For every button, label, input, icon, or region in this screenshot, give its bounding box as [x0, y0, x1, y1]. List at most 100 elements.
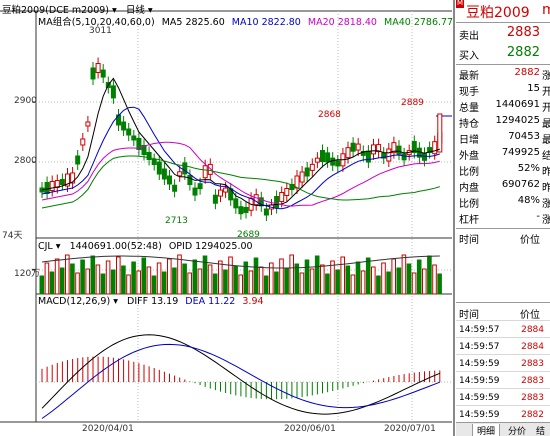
volume-bar	[151, 275, 157, 295]
volume-bar	[105, 260, 111, 295]
bid-row[interactable]: 买入 2882	[456, 44, 550, 64]
volume-bar	[197, 268, 203, 295]
dea-value: DEA 11.22	[185, 296, 236, 307]
diff-line	[41, 334, 440, 415]
volume-bar	[187, 272, 192, 295]
quote-row-value: 690762	[501, 179, 540, 190]
volume-bar	[126, 274, 131, 295]
high-annotation: 2868	[318, 110, 341, 120]
candle	[350, 142, 356, 152]
volume-bar	[65, 254, 70, 295]
kline-chart[interactable]	[0, 0, 452, 436]
volume-bar	[320, 264, 325, 295]
volume-bar	[70, 263, 75, 295]
volume-bar	[233, 265, 238, 295]
tick-time: 14:59:59	[459, 359, 500, 369]
chevron-down-icon[interactable]: ▾	[113, 296, 118, 307]
tab-detail[interactable]: 明细	[472, 424, 501, 436]
volume-bar	[54, 258, 60, 295]
volume-bar	[80, 259, 85, 295]
candle	[187, 175, 193, 186]
candle	[365, 150, 371, 163]
candle	[320, 150, 325, 163]
days-label: 74天	[2, 231, 23, 241]
price-axis-label: 2800	[14, 156, 37, 166]
quote-row-label: 外盘	[459, 151, 479, 162]
volume-bar	[360, 270, 366, 295]
volume-bar	[371, 266, 376, 295]
tick-row[interactable]: 14:59:59 2883	[456, 354, 550, 372]
volume-bar	[386, 271, 391, 295]
candle	[161, 168, 167, 180]
divider	[456, 64, 550, 65]
opid-value: OPID 1294025.00	[168, 241, 253, 252]
volume-bar	[253, 257, 259, 295]
candle	[386, 148, 392, 162]
candle	[274, 196, 280, 208]
volume-bar	[345, 265, 351, 295]
volume-bar	[146, 266, 152, 295]
volume-bar	[289, 254, 294, 295]
cjl-label[interactable]: CJL	[38, 241, 53, 252]
chevron-down-icon[interactable]: ▾	[56, 241, 61, 252]
candle	[212, 194, 218, 204]
volume-bar	[304, 259, 310, 295]
quote-row-value: 52%	[517, 163, 540, 174]
ask-label: 卖出	[459, 31, 479, 42]
quote-row-label: 比例	[459, 167, 479, 178]
volume-bar	[207, 264, 213, 295]
tab-price-split[interactable]: 分价	[508, 424, 526, 436]
volume-bar	[325, 273, 330, 295]
volume-bar	[228, 256, 233, 295]
macd-name[interactable]: MACD(12,26,9)	[38, 296, 110, 307]
volume-bar	[350, 274, 356, 295]
quote-title: M 豆粕2009 m	[456, 0, 550, 22]
ask-price: 2883	[506, 25, 540, 40]
quote-row-cut-label: 涨	[542, 215, 550, 226]
candle	[396, 145, 402, 155]
tick-row[interactable]: 14:59:59 2882	[456, 405, 550, 423]
tab-more[interactable]: 结	[536, 424, 545, 436]
ma20-label: MA20 2818.40	[307, 17, 377, 28]
high-annotation: 3011	[89, 26, 112, 36]
volume-bar	[381, 262, 386, 295]
volume-value: 1440691.00(52:48)	[69, 241, 162, 252]
candle	[432, 141, 438, 155]
price-col-header: 价位	[520, 235, 540, 246]
volume-bar	[156, 262, 162, 295]
candle	[422, 152, 427, 161]
tick-row[interactable]: 14:59:59 2883	[456, 388, 550, 406]
volume-bar	[294, 263, 300, 295]
date-axis-label: 2020/07/01	[384, 424, 436, 434]
volume-bar	[95, 264, 101, 295]
candle	[197, 183, 203, 190]
tick-price: 2884	[521, 325, 544, 335]
ask-row[interactable]: 卖出 2883	[456, 24, 550, 44]
candle	[146, 152, 152, 160]
ma5-line	[41, 77, 440, 207]
quote-row-label: 最新	[459, 71, 479, 82]
macd-value: 3.94	[242, 296, 264, 307]
candle	[131, 135, 137, 141]
volume-bar	[432, 264, 437, 295]
volume-legend: CJL ▾ 1440691.00(52:48) OPID 1294025.00	[38, 241, 253, 252]
date-axis-label: 2020/06/01	[284, 424, 336, 434]
volume-bar	[167, 258, 172, 295]
volume-bar	[212, 273, 218, 295]
tick-row[interactable]: 14:59:57 2884	[456, 320, 550, 338]
macd-legend: MACD(12,26,9) ▾ DIFF 13.19 DEA 11.22 3.9…	[38, 296, 264, 307]
volume-bar	[161, 271, 167, 295]
quote-row: 外盘 749925 结	[456, 146, 550, 162]
quote-row-value: 1294025	[495, 115, 540, 126]
volume-bar	[391, 258, 396, 295]
tick-price: 2883	[521, 359, 544, 369]
volume-bar	[263, 275, 269, 295]
tick-row[interactable]: 14:59:57 2884	[456, 337, 550, 355]
tick-row[interactable]: 14:59:59 2883	[456, 371, 550, 389]
candle	[126, 128, 132, 136]
candle	[44, 182, 50, 194]
candle	[110, 85, 116, 99]
quote-row-value: 1440691	[495, 99, 540, 110]
tick-price: 2882	[521, 410, 544, 420]
tick-price: 2883	[521, 393, 544, 403]
